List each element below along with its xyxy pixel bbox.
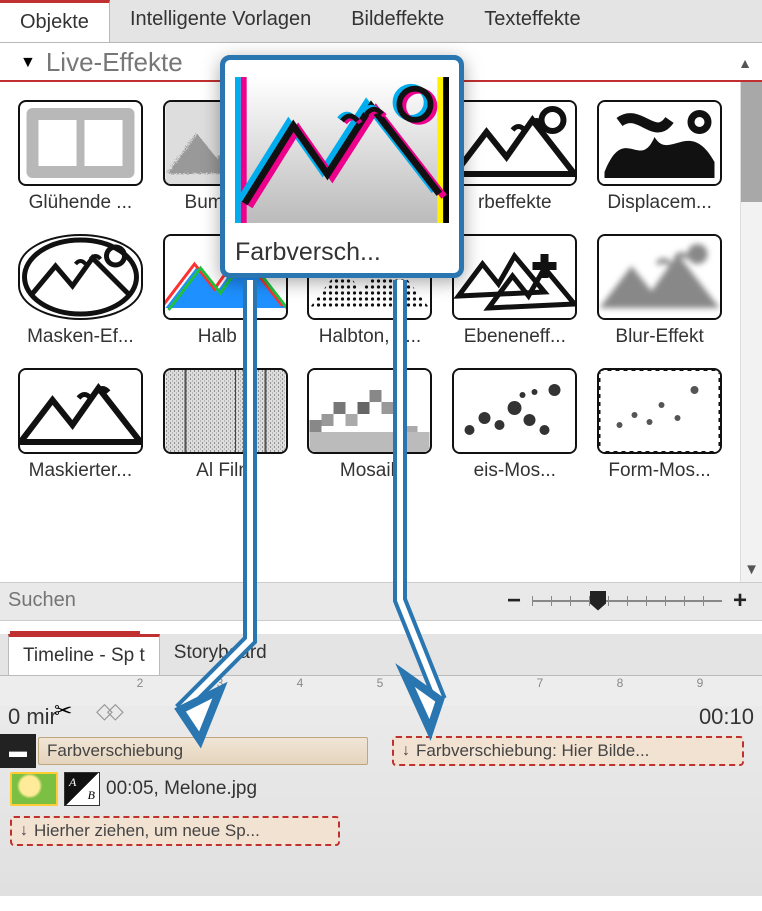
tab-timeline[interactable]: Timeline - Sp t xyxy=(8,634,160,675)
effect-preview-label: Farbversch... xyxy=(235,238,449,267)
effect-thumb-icon xyxy=(307,368,432,454)
effect-displacement[interactable]: Displacem... xyxy=(593,100,726,214)
effect-thumb-icon xyxy=(18,368,143,454)
effect-thumb-icon xyxy=(18,100,143,186)
tab-texteffekte[interactable]: Texteffekte xyxy=(464,0,600,42)
effect-maskierter[interactable]: Maskierter... xyxy=(14,368,147,482)
zoom-out-button[interactable]: − xyxy=(502,587,526,615)
effect-thumb-icon xyxy=(18,234,143,320)
scrollbar-thumb[interactable] xyxy=(741,82,762,202)
effect-thumb-icon xyxy=(597,100,722,186)
search-input[interactable] xyxy=(6,585,502,616)
tab-vorlagen[interactable]: Intelligente Vorlagen xyxy=(110,0,331,42)
effect-thumb-icon xyxy=(163,368,288,454)
effect-masken[interactable]: Masken-Ef... xyxy=(14,234,147,348)
scroll-down-icon[interactable]: ▼ xyxy=(741,561,762,578)
transition-icon[interactable] xyxy=(64,772,100,806)
arrow-down-icon: ↓ xyxy=(20,822,28,840)
zoom-in-button[interactable]: + xyxy=(728,587,752,615)
effect-preview-thumb-icon xyxy=(235,70,449,230)
media-label: 00:05, Melone.jpg xyxy=(106,778,257,800)
lower-tabs: Timeline - Sp t Storyboard xyxy=(0,634,762,676)
effect-form-mosaik[interactable]: Form-Mos... xyxy=(593,368,726,482)
marker-icons[interactable]: ◇◇ xyxy=(96,698,118,724)
effect-kreis-mosaik[interactable]: eis-Mos... xyxy=(448,368,581,482)
scroll-up-icon[interactable]: ▲ xyxy=(738,55,752,71)
effects-scrollbar[interactable]: ▼ xyxy=(740,82,762,582)
effect-mosaik[interactable]: Mosaik xyxy=(304,368,437,482)
scissors-icon[interactable]: ✂ xyxy=(54,698,72,724)
playhead-time: 0 mir xyxy=(8,704,57,730)
tab-objekte[interactable]: Objekte xyxy=(0,0,110,42)
effect-preview-popup[interactable]: Farbversch... xyxy=(220,55,464,278)
effect-thumb-icon xyxy=(452,368,577,454)
duration-time: 00:10 xyxy=(699,704,754,730)
media-thumbnail-icon xyxy=(10,772,58,806)
drop-target-new-track[interactable]: ↓ Hierher ziehen, um neue Sp... xyxy=(10,816,340,846)
effect-gluehende[interactable]: Glühende ... xyxy=(14,100,147,214)
search-zoom-row: − + xyxy=(0,582,762,621)
top-tabs: Objekte Intelligente Vorlagen Bildeffekt… xyxy=(0,0,762,43)
effect-thumb-icon xyxy=(597,368,722,454)
slider-thumb[interactable] xyxy=(590,591,606,611)
arrow-down-icon: ↓ xyxy=(402,742,410,760)
effect-ebeneneffekt[interactable]: Ebeneneff... xyxy=(448,234,581,348)
collapse-caret-icon[interactable]: ▼ xyxy=(20,54,36,72)
drop-target-effect-images[interactable]: ↓ Farbverschiebung: Hier Bilde... xyxy=(392,736,744,766)
effect-farbeffekte[interactable]: rbeffekte xyxy=(448,100,581,214)
timeline-clip-effect[interactable]: Farbverschiebung xyxy=(38,737,368,765)
thumbnail-size-slider[interactable] xyxy=(532,600,722,602)
effect-alter-film[interactable]: Al Film xyxy=(159,368,292,482)
effect-thumb-icon xyxy=(597,234,722,320)
effect-thumb-icon xyxy=(452,100,577,186)
effect-thumb-icon xyxy=(452,234,577,320)
tab-bildeffekte[interactable]: Bildeffekte xyxy=(331,0,464,42)
tab-storyboard[interactable]: Storyboard xyxy=(160,634,281,675)
track-header-1[interactable]: ▬ xyxy=(0,734,36,768)
effect-blur[interactable]: Blur-Effekt xyxy=(593,234,726,348)
timeline-clip-media[interactable]: 00:05, Melone.jpg xyxy=(10,772,257,806)
timeline-panel: 2 3 4 5 7 8 9 0 mir ✂ ◇◇ 00:10 ▬ Farbver… xyxy=(0,676,762,896)
